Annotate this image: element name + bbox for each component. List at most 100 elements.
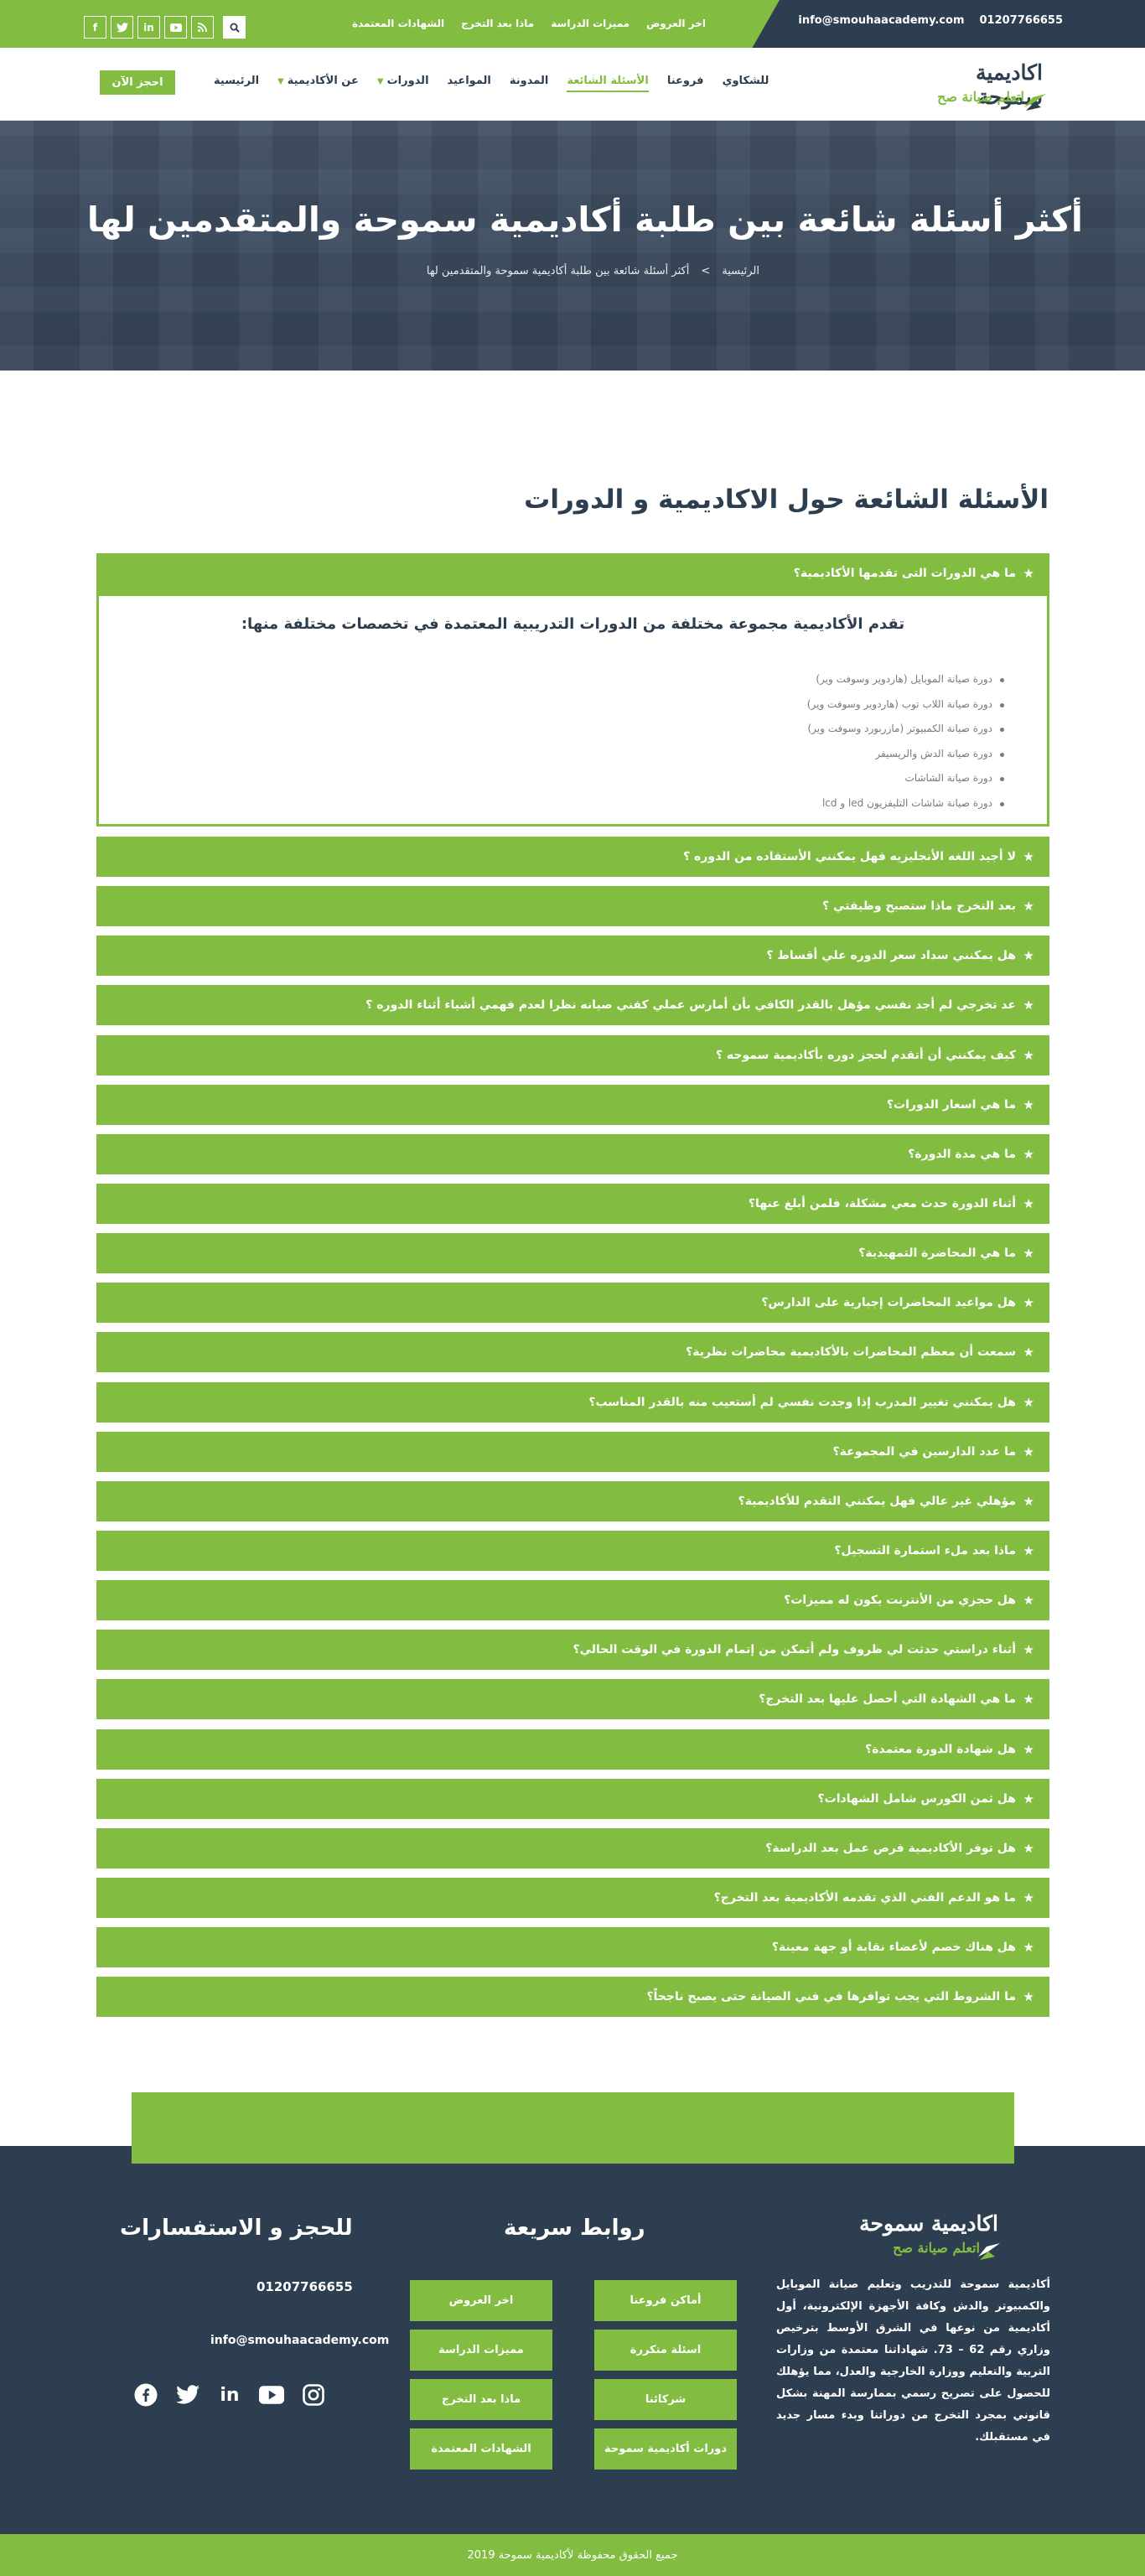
faq-question[interactable]: ★ ما هي اسعار الدورات؟	[96, 1084, 1049, 1125]
linkedin-icon[interactable]: in	[217, 2382, 242, 2408]
faq-question[interactable]: ★ لا أجيد اللغه الأنجليزيه فهل يمكنني الأ…	[96, 837, 1049, 877]
faq-question[interactable]: ★ أثناء دراستي حدثت لي ظروف ولم أتمكن من …	[96, 1630, 1049, 1671]
faq-question[interactable]: ★ هل مواعيد المحاضرات إجبارية على الدارس؟	[96, 1283, 1049, 1324]
faq-question[interactable]: ★ كيف يمكنني أن أتقدم لحجز دوره بأكاديمية…	[96, 1034, 1049, 1075]
faq-question[interactable]: ★ هل يمكنني تغيير المدرب إذا وجدت نفسي لم…	[96, 1381, 1049, 1423]
youtube-icon[interactable]	[259, 2382, 284, 2408]
faq-question[interactable]: ★ ما عدد الدارسين في المجموعة؟	[96, 1431, 1049, 1472]
star-icon: ★	[1023, 1047, 1034, 1063]
twitter-icon[interactable]	[175, 2382, 200, 2408]
faq-question[interactable]: ★ عد تخرجي لم أجد نفسي مؤهل بالقدر الكافي…	[96, 985, 1049, 1026]
star-icon: ★	[1023, 1791, 1034, 1806]
footer-email[interactable]: info@smouhaacademy.com	[210, 2334, 389, 2347]
faq-question[interactable]: ★ سمعت أن معظم المحاضرات بالأكاديمية محاض…	[96, 1332, 1049, 1373]
breadcrumb-home[interactable]: الرئيسية	[722, 265, 759, 277]
footer-link-faq[interactable]: اسئلة متكررة	[594, 2330, 737, 2371]
star-icon: ★	[1023, 948, 1034, 964]
nav-item-branches[interactable]: فروعنا	[667, 75, 704, 92]
faq-question[interactable]: ★ ما هي المحاضرة التمهيدية؟	[96, 1233, 1049, 1274]
faq-question[interactable]: ★ هل ثمن الكورس شامل الشهادات؟	[96, 1778, 1049, 1819]
faq-list: ★ لا أجيد اللغه الأنجليزيه فهل يمكنني الأ…	[96, 837, 1049, 2026]
footer-link-offers[interactable]: اخر العروض	[410, 2280, 552, 2321]
faq-question-text: أثناء دراستي حدثت لي ظروف ولم أتمكن من إ…	[572, 1643, 1016, 1657]
star-icon: ★	[1023, 1542, 1034, 1558]
footer-logo[interactable]: اكاديمية سموحة اتعلم صيانة صح	[831, 2211, 1000, 2267]
footer-contact-title: للحجز و الاستفسارات	[120, 2216, 353, 2241]
book-now-button[interactable]: احجز الآن	[100, 70, 175, 95]
faq-question[interactable]: ★ هل هناك خصم لأعضاء نقابة أو جهة معينة؟	[96, 1927, 1049, 1968]
faq-question-open[interactable]: ★ ما هي الدورات التى تقدمها الأكاديمية؟	[96, 553, 1049, 593]
star-icon: ★	[1023, 1345, 1034, 1361]
faq-question[interactable]: ★ ما هي مدة الدورة؟	[96, 1133, 1049, 1174]
footer-link-certificates[interactable]: الشهادات المعتمدة	[410, 2428, 552, 2470]
top-link-certificates[interactable]: الشهادات المعتمدة	[352, 18, 444, 29]
star-icon: ★	[1023, 1096, 1034, 1112]
twitter-icon[interactable]	[111, 16, 133, 39]
top-link-study-features[interactable]: مميزات الدراسة	[551, 18, 629, 29]
hero-overlay	[0, 121, 1145, 371]
nav-item-courses-label: الدورات	[386, 75, 429, 87]
faq-question-text: ما هي الشهادة التي أحصل عليها بعد التخرج…	[759, 1692, 1016, 1707]
footer-link-courses[interactable]: دورات أكاديمية سموحة	[594, 2428, 737, 2470]
star-icon: ★	[1023, 1989, 1034, 2005]
instagram-icon[interactable]	[301, 2382, 326, 2408]
faq-question-text: هل حجزي من الأنترنت يكون له مميزات؟	[784, 1594, 1016, 1608]
nav-item-blog[interactable]: المدونة	[510, 75, 548, 92]
list-item: دورة صيانة الكمبيوتر (مازربورد وسوفت وير…	[141, 717, 1004, 742]
faq-question-text: هل هناك خصم لأعضاء نقابة أو جهة معينة؟	[771, 1941, 1016, 1955]
faq-question[interactable]: ★ هل يمكنني سداد سعر الدوره علي أقساط ؟	[96, 936, 1049, 977]
faq-answer-title: تقدم الأكاديمية مجموعة مختلفة من الدورات…	[241, 615, 905, 633]
faq-question-text: كيف يمكنني أن أتقدم لحجز دوره بأكاديمية …	[715, 1048, 1016, 1062]
site-logo[interactable]: اكاديمية سموحة اتعلم صيانة صح	[917, 60, 1046, 114]
star-icon: ★	[1023, 1889, 1034, 1905]
faq-question[interactable]: ★ هل حجزي من الأنترنت يكون له مميزات؟	[96, 1580, 1049, 1621]
faq-question[interactable]: ★ هل توفر الأكاديمية فرص عمل بعد الدراسة؟	[96, 1827, 1049, 1869]
star-icon: ★	[1023, 566, 1034, 581]
search-icon[interactable]	[223, 16, 246, 39]
faq-question[interactable]: ★ ما هو الدعم الفني الذي تقدمه الأكاديمية…	[96, 1877, 1049, 1918]
footer-phone[interactable]: 01207766655	[256, 2279, 353, 2294]
faq-question-text: سمعت أن معظم المحاضرات بالأكاديمية محاضر…	[686, 1345, 1016, 1360]
footer-link-partners[interactable]: شركائنا	[594, 2379, 737, 2420]
faq-question[interactable]: ★ بعد التخرج ماذا ستصبح وظيفتي ؟	[96, 886, 1049, 927]
faq-question[interactable]: ★ مؤهلي غير عالي فهل يمكنني التقدم للأكاد…	[96, 1480, 1049, 1521]
faq-question[interactable]: ★ أثناء الدورة حدث معي مشكلة، فلمن أبلغ ع…	[96, 1183, 1049, 1224]
top-email[interactable]: info@smouhaacademy.com	[798, 14, 964, 27]
faq-question-text: لا أجيد اللغه الأنجليزيه فهل يمكنني الأس…	[683, 850, 1016, 863]
youtube-icon[interactable]	[164, 16, 187, 39]
facebook-icon[interactable]	[133, 2382, 158, 2408]
star-icon: ★	[1023, 1195, 1034, 1211]
nav-item-about[interactable]: عن الأكاديمية▼	[277, 75, 359, 92]
top-phone[interactable]: 01207766655	[980, 14, 1064, 27]
logo-bird-icon	[1024, 94, 1046, 111]
footer-link-branches[interactable]: أماكن فروعنا	[594, 2280, 737, 2321]
logo-tagline: اتعلم صيانة صح	[937, 89, 1024, 105]
faq-question[interactable]: ★ ما هي الشهادة التي أحصل عليها بعد التخر…	[96, 1679, 1049, 1720]
rss-icon[interactable]	[191, 16, 214, 39]
star-icon: ★	[1023, 1940, 1034, 1956]
list-item: دورة صيانة الشاشات	[141, 766, 1004, 791]
footer-link-after-graduation[interactable]: ماذا بعد التخرج	[410, 2379, 552, 2420]
faq-question[interactable]: ★ هل شهادة الدورة معتمدة؟	[96, 1729, 1049, 1770]
nav-item-complaints[interactable]: للشكاوي	[723, 75, 769, 92]
nav-item-faq[interactable]: الأسئلة الشائعة	[567, 75, 649, 92]
nav-item-schedules[interactable]: المواعيد	[448, 75, 491, 92]
top-link-offers[interactable]: اخر العروض	[646, 18, 706, 29]
faq-question[interactable]: ★ ماذا بعد ملء استمارة التسجيل؟	[96, 1530, 1049, 1571]
star-icon: ★	[1023, 1246, 1034, 1262]
faq-question[interactable]: ★ ما الشروط التي يجب توافرها في فني الصيا…	[96, 1977, 1049, 2018]
star-icon: ★	[1023, 849, 1034, 864]
top-link-after-graduation[interactable]: ماذا بعد التخرج	[461, 18, 534, 29]
facebook-icon[interactable]: f	[84, 16, 106, 39]
copyright-text: جميع الحقوق محفوظة لأكاديمية سموحة 2019	[467, 2548, 678, 2562]
linkedin-icon[interactable]: in	[137, 16, 160, 39]
star-icon: ★	[1023, 1741, 1034, 1757]
nav-menu: للشكاوي فروعنا الأسئلة الشائعة المدونة ا…	[214, 75, 769, 92]
nav-item-home[interactable]: الرئيسية	[214, 75, 259, 92]
top-contact: info@smouhaacademy.com 01207766655	[798, 14, 1063, 27]
star-icon: ★	[1023, 1493, 1034, 1509]
footer-link-study-features[interactable]: مميزات الدراسة	[410, 2330, 552, 2371]
faq-question-text: مؤهلي غير عالي فهل يمكنني التقدم للأكادي…	[738, 1494, 1016, 1508]
nav-item-about-label: عن الأكاديمية	[287, 75, 359, 87]
nav-item-courses[interactable]: الدورات▼	[377, 75, 429, 92]
